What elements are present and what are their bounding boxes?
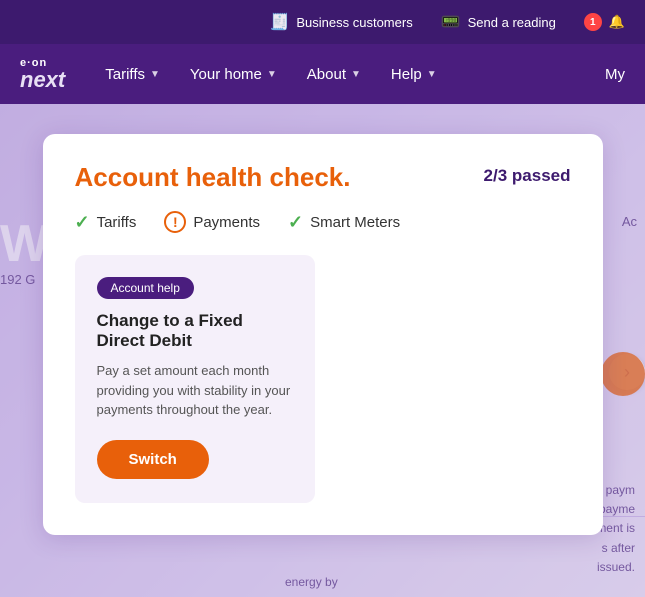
notification-count: 1 bbox=[584, 13, 602, 31]
about-label: About bbox=[307, 66, 346, 83]
card-tag: Account help bbox=[97, 277, 194, 299]
tariffs-check-label: Tariffs bbox=[97, 214, 137, 231]
your-home-chevron-icon: ▼ bbox=[267, 69, 277, 80]
nav-my[interactable]: My bbox=[605, 66, 625, 83]
payments-warn-icon: ! bbox=[164, 211, 186, 233]
tariffs-chevron-icon: ▼ bbox=[150, 69, 160, 80]
tariffs-check-icon: ✓ bbox=[75, 212, 90, 233]
health-check-modal: Account health check. 2/3 passed ✓ Tarif… bbox=[43, 134, 603, 535]
modal-overlay: Account health check. 2/3 passed ✓ Tarif… bbox=[0, 104, 645, 597]
account-help-card: Account help Change to a Fixed Direct De… bbox=[75, 255, 315, 503]
send-reading-label: Send a reading bbox=[468, 15, 556, 30]
notification-bell[interactable]: 1 🔔 bbox=[584, 13, 625, 31]
check-tariffs: ✓ Tariffs bbox=[75, 212, 137, 233]
nav-help[interactable]: Help ▼ bbox=[391, 66, 437, 83]
business-customers-label: Business customers bbox=[296, 15, 412, 30]
smart-meters-check-icon: ✓ bbox=[288, 212, 303, 233]
top-bar: 🧾 Business customers 📟 Send a reading 1 … bbox=[0, 0, 645, 44]
passed-badge: 2/3 passed bbox=[484, 166, 571, 186]
business-customers-link[interactable]: 🧾 Business customers bbox=[269, 12, 412, 32]
briefcase-icon: 🧾 bbox=[269, 12, 289, 32]
nav-about[interactable]: About ▼ bbox=[307, 66, 361, 83]
eon-next-logo[interactable]: e·on next bbox=[20, 58, 65, 91]
card-title: Change to a Fixed Direct Debit bbox=[97, 311, 293, 351]
nav-your-home[interactable]: Your home ▼ bbox=[190, 66, 277, 83]
bell-icon: 🔔 bbox=[609, 14, 625, 30]
your-home-label: Your home bbox=[190, 66, 262, 83]
check-smart-meters: ✓ Smart Meters bbox=[288, 212, 400, 233]
about-chevron-icon: ▼ bbox=[351, 69, 361, 80]
smart-meters-check-label: Smart Meters bbox=[310, 214, 400, 231]
payments-check-label: Payments bbox=[193, 214, 260, 231]
logo-next-text: next bbox=[20, 69, 65, 91]
check-payments: ! Payments bbox=[164, 211, 260, 233]
meter-icon: 📟 bbox=[441, 12, 461, 32]
modal-title: Account health check. bbox=[75, 162, 351, 193]
send-reading-link[interactable]: 📟 Send a reading bbox=[441, 12, 556, 32]
checks-row: ✓ Tariffs ! Payments ✓ Smart Meters bbox=[75, 211, 571, 233]
help-chevron-icon: ▼ bbox=[427, 69, 437, 80]
nav-tariffs[interactable]: Tariffs ▼ bbox=[105, 66, 160, 83]
switch-button[interactable]: Switch bbox=[97, 440, 209, 479]
tariffs-label: Tariffs bbox=[105, 66, 145, 83]
help-label: Help bbox=[391, 66, 422, 83]
nav-bar: e·on next Tariffs ▼ Your home ▼ About ▼ … bbox=[0, 44, 645, 104]
modal-header: Account health check. 2/3 passed bbox=[75, 162, 571, 193]
my-label: My bbox=[605, 66, 625, 83]
card-description: Pay a set amount each month providing yo… bbox=[97, 361, 293, 420]
